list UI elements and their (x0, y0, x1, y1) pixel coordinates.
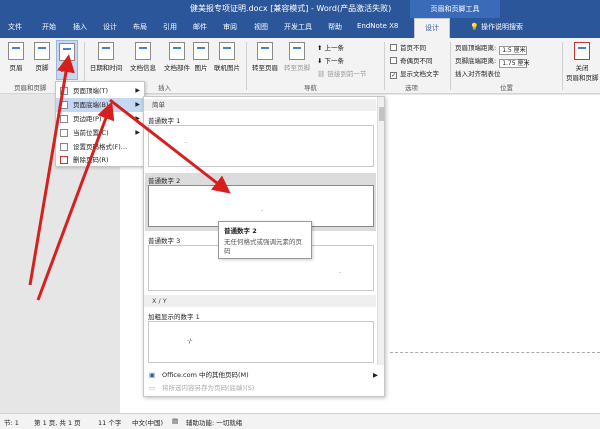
spellcheck-icon[interactable]: ▤ (172, 417, 178, 425)
arrow-to-page-number-button (28, 54, 75, 286)
status-accessibility[interactable]: 辅助功能: 一切就绪 (186, 417, 242, 427)
arrow-to-bottom-of-page (36, 101, 115, 301)
arrow-to-plain-number-2 (109, 98, 231, 194)
status-bar: 节: 1 第 1 页, 共 1 页 11 个字 中文(中国) ▤ 辅助功能: 一… (0, 413, 600, 429)
annotation-arrows (28, 54, 231, 301)
status-language[interactable]: 中文(中国) (132, 417, 163, 427)
status-section: 节: 1 (4, 419, 19, 427)
status-word-count[interactable]: 11 个字 (98, 417, 121, 427)
status-page[interactable]: 第 1 页, 共 1 页 (34, 417, 81, 427)
